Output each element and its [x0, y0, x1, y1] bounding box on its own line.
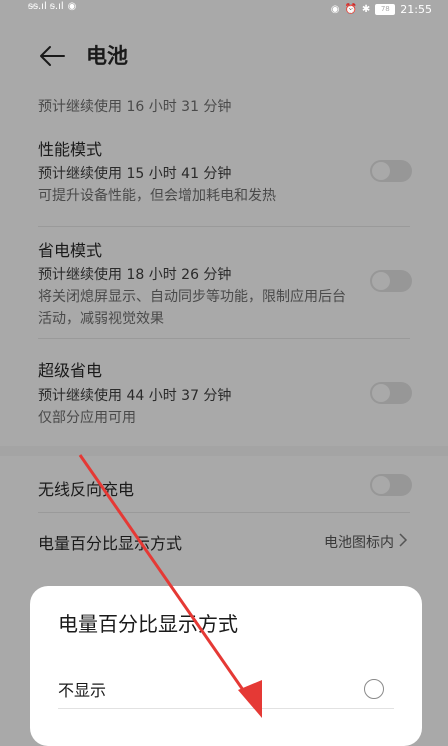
back-arrow-icon[interactable]: [38, 44, 66, 68]
page-title: 电池: [86, 44, 128, 68]
battery-percentage-label: 电量百分比显示方式: [38, 534, 183, 553]
battery-percentage-row[interactable]: 电量百分比显示方式 电池图标内: [0, 514, 448, 568]
power-saving-mode-title: 省电模式: [38, 241, 103, 260]
clock: 21:55: [400, 3, 432, 16]
option-hide[interactable]: 不显示: [30, 666, 422, 710]
power-saving-mode-toggle[interactable]: [370, 270, 412, 292]
power-saving-mode-row[interactable]: 省电模式 预计继续使用 18 小时 26 分钟 将关闭熄屏显示、自动同步等功能，…: [0, 229, 448, 337]
dialog-title: 电量百分比显示方式: [58, 612, 238, 636]
section-gap: [0, 446, 448, 456]
battery-estimate: 预计继续使用 16 小时 31 分钟: [38, 99, 232, 115]
toggle-knob: [372, 476, 390, 494]
wireless-reverse-charging-toggle[interactable]: [370, 474, 412, 496]
eye-icon: ◉: [330, 3, 340, 15]
ultra-power-saving-row[interactable]: 超级省电 预计继续使用 44 小时 37 分钟 仅部分应用可用: [0, 341, 448, 441]
performance-mode-desc: 可提升设备性能，但会增加耗电和发热: [38, 188, 276, 204]
divider: [38, 512, 410, 513]
divider: [38, 338, 410, 339]
system-indicators: ◉ ⏰ ✱ 78 21:55: [331, 3, 432, 16]
status-bar: ᵴᵴ.ıl ᵴ.ıl ◉ ◉ ⏰ ✱ 78 21:55: [0, 0, 448, 22]
toggle-knob: [372, 272, 390, 290]
performance-mode-toggle[interactable]: [370, 160, 412, 182]
alarm-icon: ⏰: [344, 3, 357, 15]
toggle-knob: [372, 384, 390, 402]
percentage-display-dialog: 电量百分比显示方式 不显示: [30, 586, 422, 746]
power-saving-mode-desc: 将关闭熄屏显示、自动同步等功能，限制应用后台活动，减弱视觉效果: [38, 289, 346, 327]
performance-mode-estimate: 预计继续使用 15 小时 41 分钟: [38, 166, 232, 182]
ultra-power-saving-desc: 仅部分应用可用: [38, 410, 136, 426]
power-saving-mode-estimate: 预计继续使用 18 小时 26 分钟: [38, 267, 232, 283]
performance-mode-title: 性能模式: [38, 140, 103, 159]
signal-indicators: ᵴᵴ.ıl ᵴ.ıl ◉: [28, 1, 76, 13]
radio-button[interactable]: [364, 679, 384, 699]
signal-icon: ᵴᵴ.ıl ᵴ.ıl: [28, 1, 64, 12]
title-bar: 电池: [0, 30, 448, 82]
ultra-power-saving-toggle[interactable]: [370, 382, 412, 404]
ultra-power-saving-title: 超级省电: [38, 361, 103, 380]
wireless-reverse-charging-row[interactable]: 无线反向充电: [0, 460, 448, 512]
wireless-reverse-charging-label: 无线反向充电: [38, 480, 135, 499]
performance-mode-row[interactable]: 性能模式 预计继续使用 15 小时 41 分钟 可提升设备性能，但会增加耗电和发…: [0, 128, 448, 226]
option-divider: [58, 708, 394, 709]
battery-icon: 78: [375, 4, 396, 15]
option-label: 不显示: [58, 681, 107, 700]
battery-percentage-value: 电池图标内: [324, 535, 394, 551]
ultra-power-saving-estimate: 预计继续使用 44 小时 37 分钟: [38, 388, 232, 404]
toggle-knob: [372, 162, 390, 180]
divider: [38, 226, 410, 227]
chevron-right-icon: [399, 533, 408, 547]
wifi-icon: ◉: [67, 1, 77, 12]
bluetooth-icon: ✱: [361, 3, 371, 15]
